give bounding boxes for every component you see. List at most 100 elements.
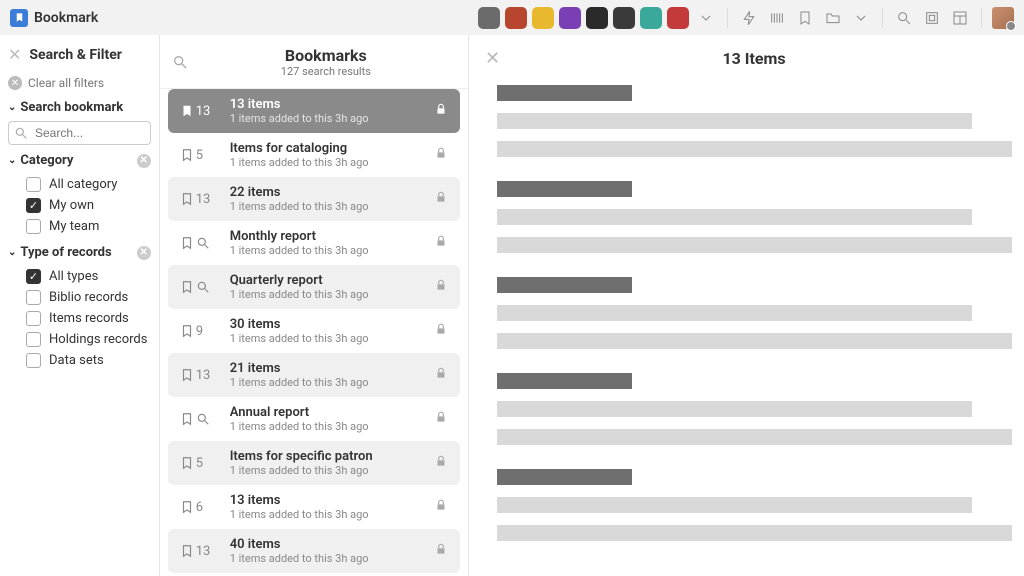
clear-filters-label: Clear all filters [28, 76, 104, 90]
bookmark-row[interactable]: 1322 items1 items added to this 3h ago [168, 177, 460, 221]
bookmark-row[interactable]: Quarterly report1 items added to this 3h… [168, 265, 460, 309]
detail-column: ✕ 13 Items [469, 35, 1024, 576]
checkbox[interactable]: ✓ [26, 198, 41, 213]
category-option[interactable]: ✓ My own [8, 195, 151, 216]
placeholder-heading [497, 181, 632, 197]
lock-icon [434, 366, 448, 384]
lock-icon [434, 322, 448, 340]
group-search-bookmark[interactable]: ⌄ Search bookmark [8, 100, 151, 115]
bookmark-row[interactable]: Annual report1 items added to this 3h ag… [168, 397, 460, 441]
checkbox[interactable] [26, 353, 41, 368]
bookmark-subtitle: 1 items added to this 3h ago [230, 552, 424, 565]
type-option[interactable]: Holdings records [8, 329, 151, 350]
bookmark-subtitle: 1 items added to this 3h ago [230, 332, 424, 345]
bookmark-row[interactable]: 613 items1 items added to this 3h ago [168, 485, 460, 529]
placeholder-line [497, 113, 972, 129]
option-label: Biblio records [49, 290, 128, 305]
checkbox[interactable] [26, 290, 41, 305]
bookmark-title: Items for specific patron [230, 449, 424, 464]
barcode-icon[interactable] [766, 7, 788, 29]
content-placeholder-group [497, 181, 1012, 253]
app-switcher-button[interactable] [505, 7, 527, 29]
lock-icon [434, 146, 448, 164]
checkbox[interactable] [26, 177, 41, 192]
bookmark-row[interactable]: 5Items for specific patron1 items added … [168, 441, 460, 485]
app-switcher-button[interactable] [667, 7, 689, 29]
close-icon[interactable]: ✕ [8, 45, 21, 64]
option-label: All types [49, 269, 98, 284]
bookmark-icon [180, 236, 220, 250]
checkbox[interactable] [26, 311, 41, 326]
chevron-down-icon[interactable] [695, 7, 717, 29]
placeholder-heading [497, 469, 632, 485]
type-option[interactable]: Data sets [8, 350, 151, 371]
app-switcher-button[interactable] [559, 7, 581, 29]
bookmark-subtitle: 1 items added to this 3h ago [230, 112, 424, 125]
chevron-down-icon: ⌄ [8, 155, 16, 166]
type-option[interactable]: Biblio records [8, 287, 151, 308]
chevron-down-icon: ⌄ [8, 247, 16, 258]
bolt-icon[interactable] [738, 7, 760, 29]
group-category[interactable]: ⌄ Category ✕ [8, 153, 151, 168]
bookmark-title: 13 items [230, 493, 424, 508]
chevron-down-icon[interactable] [850, 7, 872, 29]
option-label: My own [49, 198, 94, 213]
close-icon[interactable]: ✕ [485, 48, 500, 69]
bookmark-row[interactable]: Monthly report1 items added to this 3h a… [168, 221, 460, 265]
placeholder-line [497, 525, 1012, 541]
placeholder-line [497, 429, 1012, 445]
folder-icon[interactable] [822, 7, 844, 29]
bookmark-subtitle: 1 items added to this 3h ago [230, 420, 424, 433]
bookmark-row[interactable]: 1321 items1 items added to this 3h ago [168, 353, 460, 397]
category-option[interactable]: All category [8, 174, 151, 195]
detail-title: 13 Items [500, 49, 1008, 68]
app-switcher-button[interactable] [532, 7, 554, 29]
content-placeholder-group [497, 373, 1012, 445]
category-option[interactable]: My team [8, 216, 151, 237]
bookmark-row[interactable]: 5Items for cataloging1 items added to th… [168, 133, 460, 177]
remove-filter-icon[interactable]: ✕ [137, 154, 151, 168]
type-option[interactable]: ✓ All types [8, 266, 151, 287]
app-switcher-button[interactable] [640, 7, 662, 29]
lock-icon [434, 542, 448, 560]
frame-icon[interactable] [921, 7, 943, 29]
type-option[interactable]: Items records [8, 308, 151, 329]
app-switcher-button[interactable] [586, 7, 608, 29]
placeholder-heading [497, 373, 632, 389]
clear-filters[interactable]: ✕ Clear all filters [8, 76, 151, 90]
checkbox[interactable] [26, 219, 41, 234]
app-switcher-button[interactable] [478, 7, 500, 29]
bookmarks-list[interactable]: 1313 items1 items added to this 3h ago5I… [160, 89, 468, 576]
detail-body [469, 81, 1024, 576]
bookmark-row[interactable]: 930 items1 items added to this 3h ago [168, 309, 460, 353]
checkbox[interactable]: ✓ [26, 269, 41, 284]
user-avatar[interactable] [992, 7, 1014, 29]
bookmark-row[interactable]: 1340 items1 items added to this 3h ago [168, 529, 460, 573]
group-type-of-records[interactable]: ⌄ Type of records ✕ [8, 245, 151, 260]
placeholder-line [497, 305, 972, 321]
placeholder-heading [497, 85, 632, 101]
bookmark-title: Quarterly report [230, 273, 424, 288]
option-label: Data sets [49, 353, 104, 368]
placeholder-line [497, 333, 1012, 349]
remove-filter-icon[interactable]: ✕ [137, 246, 151, 260]
search-icon[interactable] [893, 7, 915, 29]
bookmark-title: Items for cataloging [230, 141, 424, 156]
placeholder-line [497, 497, 972, 513]
bookmark-row[interactable]: 1313 items1 items added to this 3h ago [168, 89, 460, 133]
app-switcher-button[interactable] [613, 7, 635, 29]
placeholder-line [497, 209, 972, 225]
bookmark-title: 30 items [230, 317, 424, 332]
checkbox[interactable] [26, 332, 41, 347]
bookmark-title: Annual report [230, 405, 424, 420]
layout-icon[interactable] [949, 7, 971, 29]
clear-icon: ✕ [8, 76, 22, 90]
bookmark-subtitle: 1 items added to this 3h ago [230, 464, 424, 477]
search-icon[interactable] [172, 54, 188, 70]
placeholder-line [497, 141, 1012, 157]
bookmark-icon[interactable] [794, 7, 816, 29]
search-input[interactable] [8, 121, 151, 145]
bookmark-icon [180, 280, 220, 294]
lock-icon [434, 498, 448, 516]
main: ✕ Search & Filter ✕ Clear all filters ⌄ … [0, 35, 1024, 576]
